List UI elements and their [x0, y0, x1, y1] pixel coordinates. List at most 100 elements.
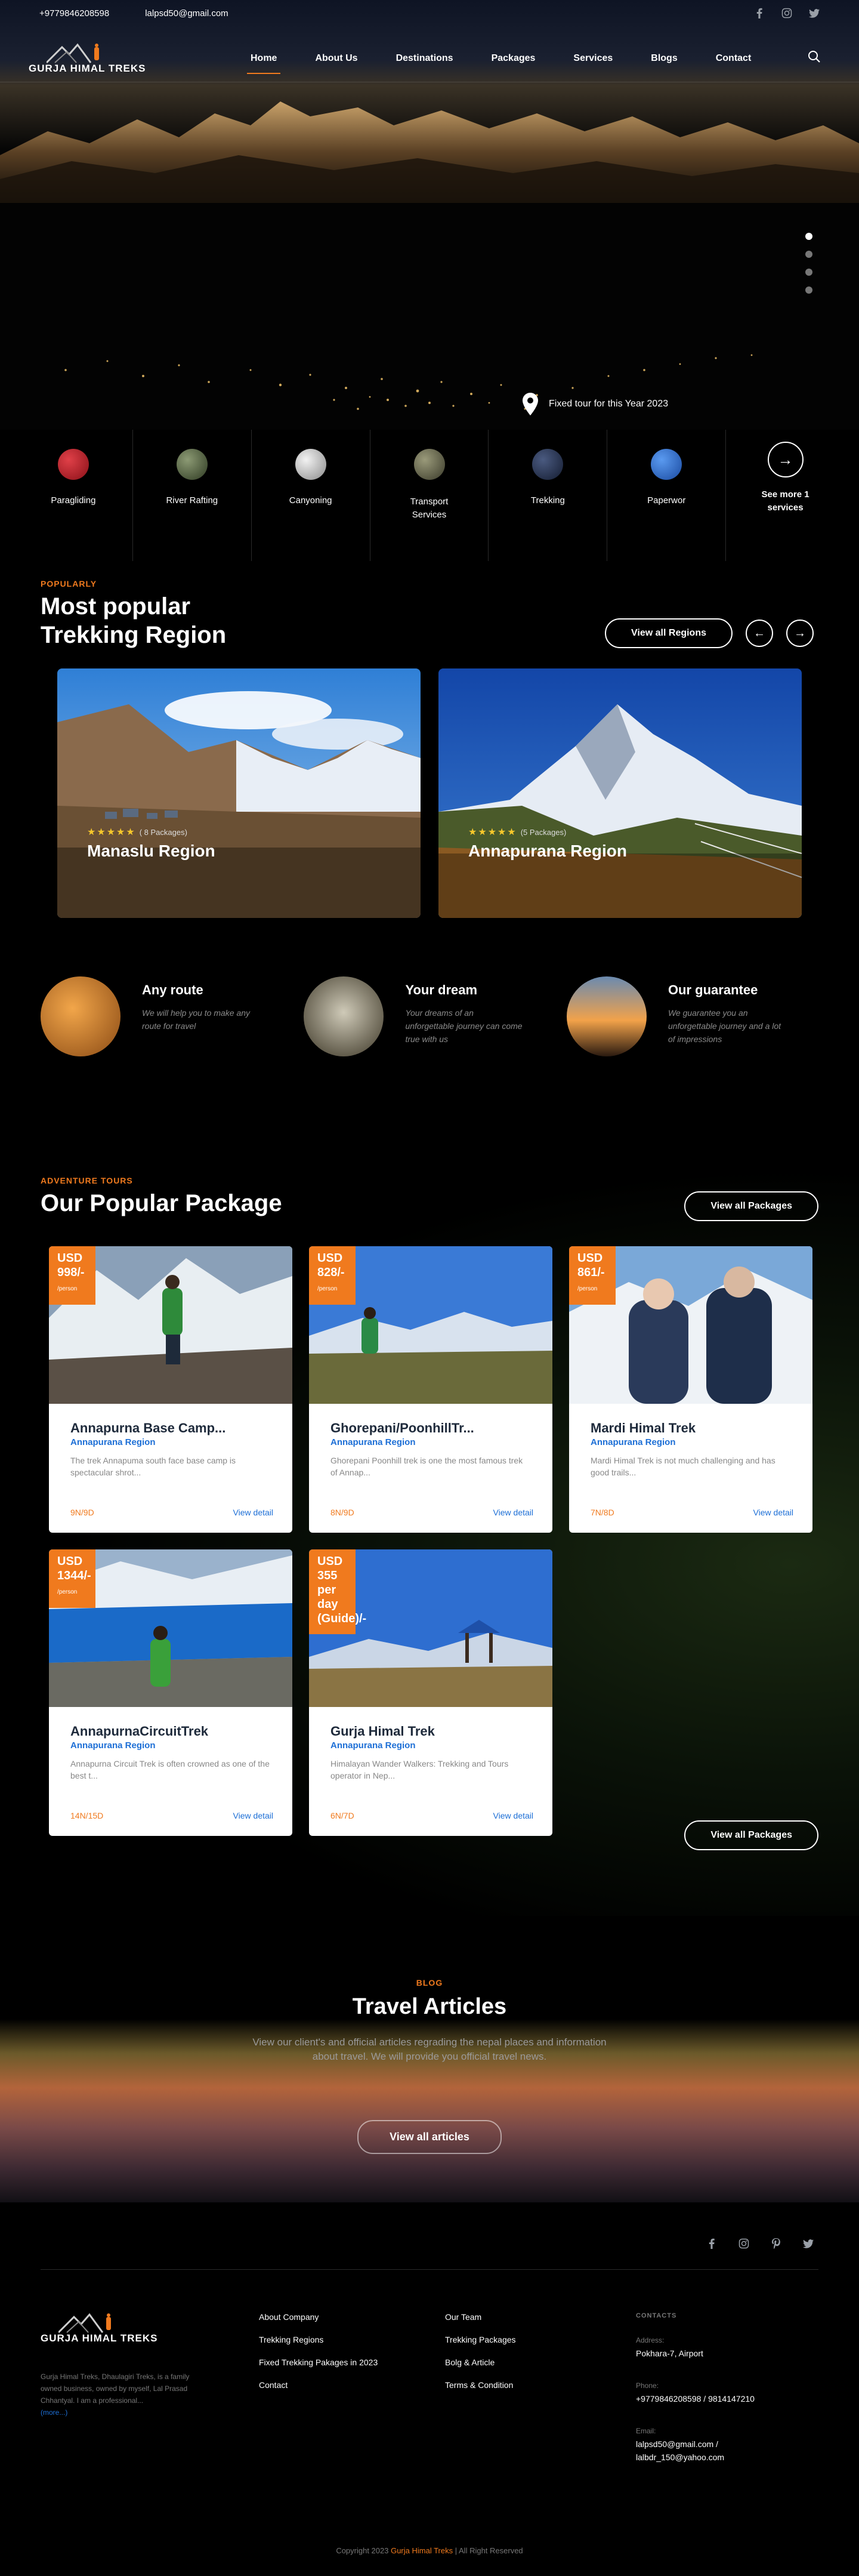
package-region[interactable]: Annapurana Region [591, 1437, 791, 1447]
package-title[interactable]: Mardi Himal Trek [591, 1421, 791, 1436]
twitter-icon[interactable] [809, 8, 820, 19]
services-strip: Paragliding River Rafting Canyoning Tran… [0, 430, 859, 561]
packages-section: ADVENTURE TOURS Our Popular Package View… [0, 1134, 859, 1916]
package-card[interactable]: USD 998/- /person Annapurna Base Camp... A… [49, 1246, 292, 1533]
nav-contact[interactable]: Contact [697, 35, 771, 82]
slider-dot-2[interactable] [805, 251, 812, 258]
package-title[interactable]: Annapurna Base Camp... [70, 1421, 271, 1436]
footer-link[interactable]: Terms & Condition [445, 2380, 636, 2390]
service-see-more[interactable]: → See more 1 services [726, 430, 845, 561]
nav-home[interactable]: Home [231, 35, 296, 82]
hero-badge-text: Fixed tour for this Year 2023 [549, 399, 669, 409]
service-trekking[interactable]: Trekking [489, 430, 608, 561]
search-icon[interactable] [808, 50, 821, 66]
package-card[interactable]: USD 861/- /person Mardi Himal Trek Annapur… [569, 1246, 812, 1533]
regions-controls: View all Regions ← → [605, 618, 814, 648]
package-card[interactable]: USD 355 per day (Guide)/- Gurja Himal Tre… [309, 1549, 552, 1836]
regions-carousel: ★★★★★( 8 Packages) Manaslu Region ★★★★★(… [0, 668, 859, 919]
footer-contacts: CONTACTS Address: Pokhara-7, Airport Pho… [636, 2312, 755, 2464]
price-value: 998/- [57, 1266, 85, 1279]
footer-more-link[interactable]: (more...) [41, 2408, 67, 2417]
package-duration: 6N/7D [330, 1811, 354, 1820]
package-count: ( 8 Packages) [139, 828, 187, 837]
facebook-icon[interactable] [754, 8, 765, 19]
slider-dot-1[interactable] [805, 233, 812, 240]
instagram-icon[interactable] [781, 8, 792, 19]
service-paperwork[interactable]: Paperwor [607, 430, 727, 561]
view-detail-link[interactable]: View detail [233, 1811, 273, 1820]
package-footer: 6N/7D View detail [330, 1811, 533, 1820]
package-desc: Annapurna Circuit Trek is often crowned … [70, 1759, 270, 1780]
email-value[interactable]: lalpsd50@gmail.com / lalbdr_150@yahoo.co… [636, 2438, 737, 2464]
view-all-regions-button[interactable]: View all Regions [605, 618, 733, 648]
price-unit: /person [577, 1286, 598, 1292]
view-all-packages-bottom-button[interactable]: View all Packages [684, 1820, 818, 1850]
nav-services[interactable]: Services [554, 35, 632, 82]
footer-link[interactable]: About Company [259, 2312, 445, 2322]
facebook-icon[interactable] [706, 2238, 717, 2249]
feature-our-guarantee: Our guarantee We guarantee you an unforg… [566, 976, 818, 1134]
package-card[interactable]: USD 828/- /person Ghorepani/PoonhillTr... … [309, 1246, 552, 1533]
footer-link[interactable]: Trekking Regions [259, 2335, 445, 2344]
service-river-rafting[interactable]: River Rafting [133, 430, 252, 561]
view-all-articles-button[interactable]: View all articles [357, 2120, 502, 2154]
nav-about-us[interactable]: About Us [296, 35, 376, 82]
price-value: 828/- [317, 1266, 345, 1279]
service-paragliding[interactable]: Paragliding [14, 430, 133, 561]
region-info: ★★★★★ (5 Packages) Annapurana Region [468, 826, 627, 861]
nav-packages[interactable]: Packages [472, 35, 555, 82]
topbar-phone[interactable]: +9779846208598 [39, 8, 109, 19]
region-card-annapurana[interactable]: ★★★★★ (5 Packages) Annapurana Region [438, 668, 802, 918]
address-label: Address: [636, 2336, 665, 2344]
price-badge: USD 355 per day (Guide)/- [309, 1549, 366, 1634]
view-detail-link[interactable]: View detail [493, 1811, 533, 1820]
paragliding-icon [57, 449, 89, 480]
nav-destinations[interactable]: Destinations [377, 35, 472, 82]
hero-badge[interactable]: Fixed tour for this Year 2023 [523, 393, 668, 415]
features-section: Any route We will help you to make any r… [0, 919, 859, 1134]
slider-dot-4[interactable] [805, 286, 812, 294]
price-unit: /person [57, 1589, 78, 1595]
price-value: 861/- [577, 1266, 605, 1279]
package-desc: Himalayan Wander Walkers: Trekking and T… [330, 1759, 509, 1780]
packages-grid: USD 998/-/person Annapurna Base Camp... A… [41, 1246, 818, 1836]
footer-logo[interactable]: GURJA HIMAL TREKS [41, 2312, 259, 2344]
view-detail-link[interactable]: View detail [233, 1508, 273, 1517]
package-region[interactable]: Annapurana Region [330, 1437, 531, 1447]
transport-icon [413, 449, 445, 480]
site-logo[interactable]: GURJA HIMAL TREKS [29, 42, 154, 75]
package-region[interactable]: Annapurana Region [70, 1740, 271, 1751]
instagram-icon[interactable] [739, 2238, 749, 2249]
package-region[interactable]: Annapurana Region [330, 1740, 531, 1751]
view-detail-link[interactable]: View detail [753, 1508, 793, 1517]
service-transport[interactable]: Transport Services [370, 430, 489, 561]
twitter-icon[interactable] [803, 2238, 814, 2249]
view-all-packages-button[interactable]: View all Packages [684, 1191, 818, 1221]
topbar-email[interactable]: lalpsd50@gmail.com [145, 8, 228, 19]
service-canyoning[interactable]: Canyoning [252, 430, 370, 561]
copyright: Copyright 2023 Gurja Himal Treks | All R… [0, 2546, 859, 2564]
region-card-manaslu[interactable]: ★★★★★( 8 Packages) Manaslu Region [57, 668, 421, 918]
footer-link[interactable]: Bolg & Article [445, 2358, 636, 2367]
slider-dot-3[interactable] [805, 269, 812, 276]
package-title[interactable]: AnnapurnaCircuitTrek [70, 1724, 271, 1739]
footer-link[interactable]: Our Team [445, 2312, 636, 2322]
arrow-right-icon[interactable]: → [786, 620, 814, 647]
phone-value[interactable]: +9779846208598 / 9814147210 [636, 2392, 755, 2405]
package-region[interactable]: Annapurana Region [70, 1437, 271, 1447]
package-count: (5 Packages) [520, 828, 567, 837]
footer-link[interactable]: Fixed Trekking Pakages in 2023 [259, 2358, 445, 2367]
feature-title: Your dream [405, 982, 478, 997]
footer-link[interactable]: Trekking Packages [445, 2335, 636, 2344]
package-title[interactable]: Gurja Himal Trek [330, 1724, 531, 1739]
footer-link[interactable]: Contact [259, 2380, 445, 2390]
package-card[interactable]: USD 1344/- /person AnnapurnaCircuitTrek An… [49, 1549, 292, 1836]
nav-blogs[interactable]: Blogs [632, 35, 696, 82]
view-detail-link[interactable]: View detail [493, 1508, 533, 1517]
arrow-left-icon[interactable]: ← [746, 620, 773, 647]
pinterest-icon[interactable] [771, 2238, 781, 2249]
package-body: Ghorepani/PoonhillTr... Annapurana Regio… [309, 1404, 552, 1481]
copyright-brand[interactable]: Gurja Himal Treks [391, 2546, 453, 2555]
service-label: Paragliding [51, 495, 96, 506]
package-title[interactable]: Ghorepani/PoonhillTr... [330, 1421, 531, 1436]
